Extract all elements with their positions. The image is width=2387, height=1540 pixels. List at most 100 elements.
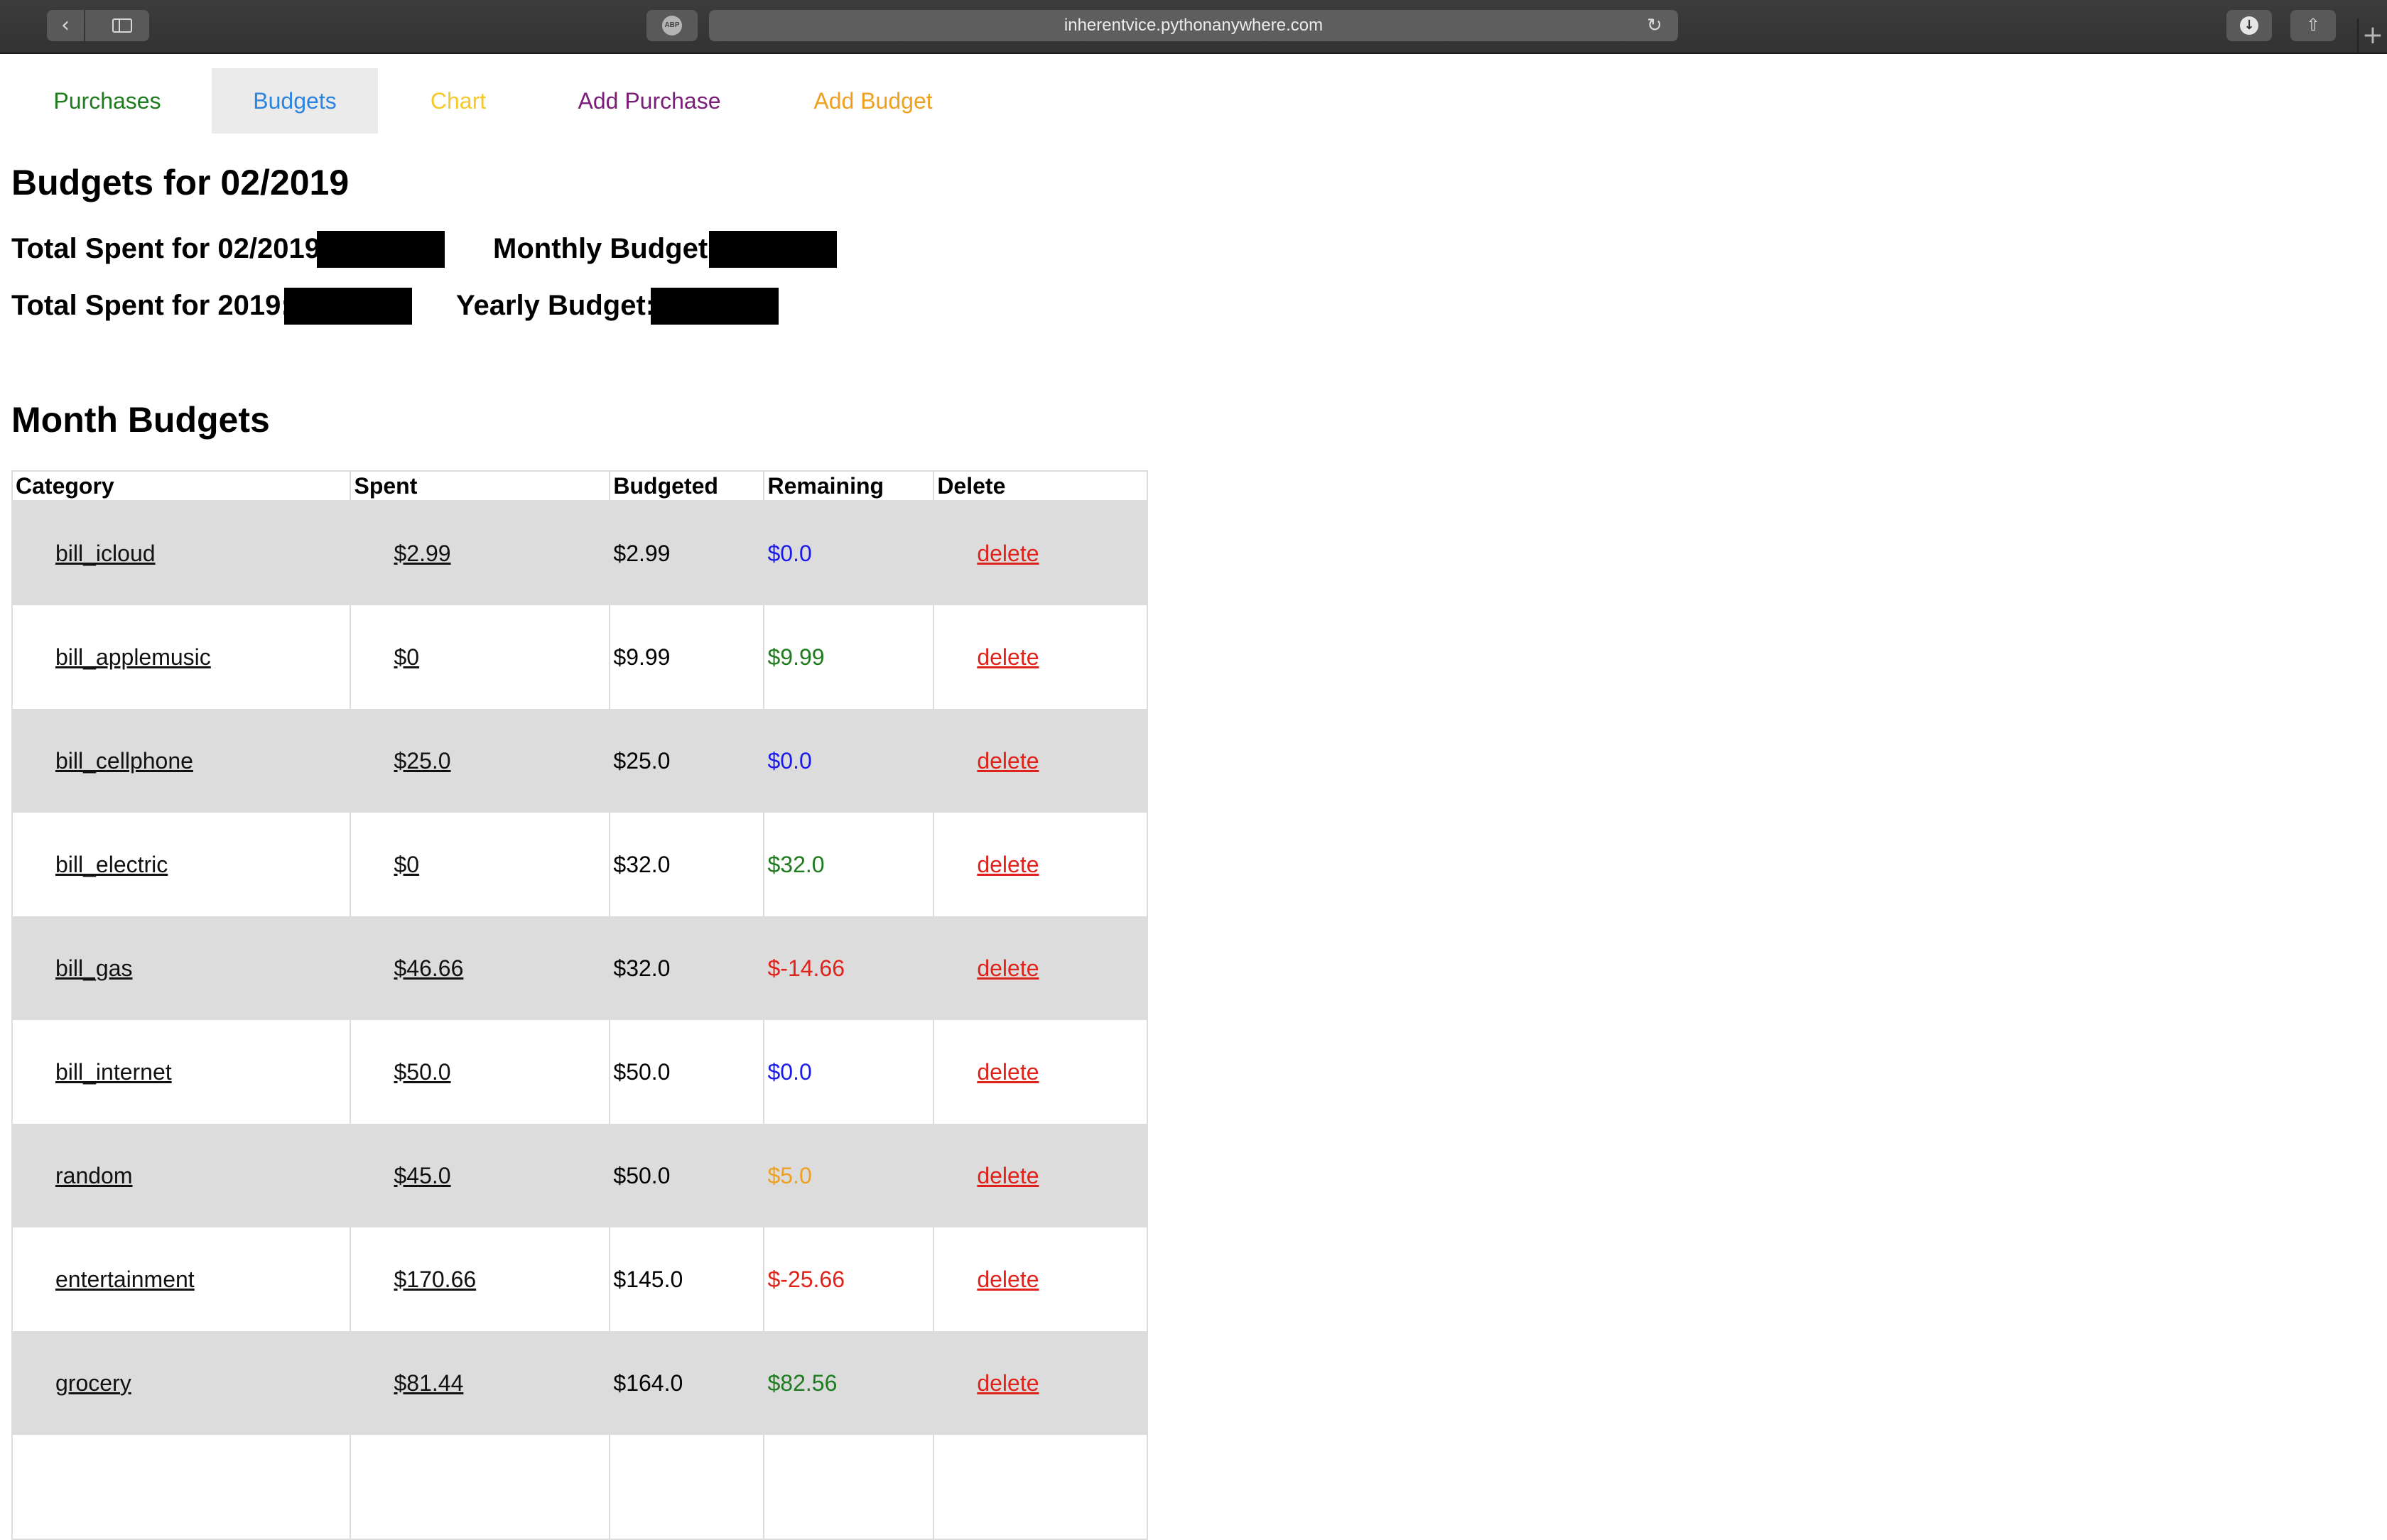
delete-link[interactable]: delete	[977, 1059, 1039, 1085]
delete-cell: delete	[933, 709, 1147, 813]
browser-toolbar: ‹ › ABP inherentvice.pythonanywhere.com …	[0, 0, 2387, 54]
chevron-left-icon: ‹	[61, 13, 70, 38]
delete-link[interactable]: delete	[977, 852, 1039, 877]
reload-icon[interactable]: ↻	[1647, 16, 1667, 36]
sidebar-icon	[112, 18, 132, 33]
spent-cell	[350, 1435, 610, 1539]
spent-link[interactable]: $81.44	[394, 1370, 463, 1396]
nav-add-purchase[interactable]: Add Purchase	[557, 68, 742, 134]
delete-link[interactable]: delete	[977, 1163, 1039, 1188]
table-row: entertainment $170.66 $145.0 $-25.66 delete	[11, 1227, 1147, 1331]
address-bar[interactable]: inherentvice.pythonanywhere.com ↻	[709, 10, 1678, 41]
back-button[interactable]: ‹	[47, 10, 84, 41]
table-body: bill_icloud $2.99 $2.99 $0.0 delete bill_appl…	[11, 501, 1147, 1539]
redacted-monthly-budget	[709, 231, 837, 268]
delete-cell: delete	[933, 1331, 1147, 1435]
spent-link[interactable]: $50.0	[394, 1059, 450, 1085]
budgeted-cell: $164.0	[609, 1331, 764, 1435]
remaining-value: $5.0	[767, 1162, 812, 1188]
delete-link[interactable]: delete	[977, 955, 1039, 981]
spent-link[interactable]: $2.99	[394, 541, 450, 566]
nav-chart[interactable]: Chart	[399, 68, 517, 134]
category-link[interactable]: random	[55, 1163, 133, 1188]
spent-link[interactable]: $46.66	[394, 955, 463, 981]
budgeted-value: $50.0	[613, 1058, 671, 1085]
budgeted-value: $25.0	[613, 747, 671, 774]
adblock-icon: ABP	[662, 16, 682, 36]
remaining-cell: $-25.66	[763, 1227, 934, 1331]
budgeted-cell: $50.0	[609, 1020, 764, 1124]
budgeted-value: $9.99	[613, 644, 671, 670]
total-spent-year-label: Total Spent for 2019:	[11, 290, 291, 321]
spent-cell: $45.0	[350, 1124, 610, 1227]
remaining-cell: $0.0	[763, 1020, 934, 1124]
remaining-cell: $-14.66	[763, 916, 934, 1020]
delete-link[interactable]: delete	[977, 748, 1039, 774]
share-button[interactable]: ⇧	[2290, 10, 2336, 41]
column-header-spent: Spent	[350, 470, 611, 501]
table-row	[11, 1435, 1147, 1539]
budgeted-value: $50.0	[613, 1162, 671, 1188]
sidebar-toggle-button[interactable]	[97, 10, 149, 41]
category-cell: random	[11, 1124, 351, 1227]
category-link[interactable]: bill_gas	[55, 955, 133, 981]
redacted-yearly-budget	[651, 288, 779, 325]
spent-link[interactable]: $45.0	[394, 1163, 450, 1188]
new-tab-icon[interactable]: +	[2357, 18, 2387, 53]
total-spent-month-label: Total Spent for 02/2019:	[11, 233, 330, 264]
category-link[interactable]: bill_icloud	[55, 541, 156, 566]
category-cell: bill_internet	[11, 1020, 351, 1124]
url-text: inherentvice.pythonanywhere.com	[1063, 16, 1324, 35]
spent-cell: $25.0	[350, 709, 610, 813]
delete-link[interactable]: delete	[977, 1267, 1039, 1292]
budgeted-value: $2.99	[613, 540, 671, 566]
remaining-value: $82.56	[767, 1370, 838, 1396]
nav-budgets[interactable]: Budgets	[212, 68, 378, 134]
budgeted-value: $164.0	[613, 1370, 683, 1396]
nav-add-budget[interactable]: Add Budget	[794, 68, 952, 134]
column-header-category: Category	[11, 470, 352, 501]
budgets-table: Category Spent Budgeted Remaining Delete…	[11, 470, 1148, 1540]
table-header-row: Category Spent Budgeted Remaining Delete	[11, 470, 1148, 501]
spent-link[interactable]: $25.0	[394, 748, 450, 774]
remaining-value: $-25.66	[767, 1266, 845, 1292]
category-link[interactable]: grocery	[55, 1370, 131, 1396]
redacted-total-spent-month	[317, 231, 445, 268]
remaining-cell: $9.99	[763, 605, 934, 709]
category-link[interactable]: bill_applemusic	[55, 644, 211, 670]
category-link[interactable]: bill_internet	[55, 1059, 172, 1085]
category-link[interactable]: bill_electric	[55, 852, 168, 877]
top-nav: Purchases Budgets Chart Add Purchase Add…	[0, 68, 995, 134]
delete-link[interactable]: delete	[977, 644, 1039, 670]
delete-cell: delete	[933, 605, 1147, 709]
remaining-value: $0.0	[767, 540, 812, 566]
adblock-button[interactable]: ABP	[646, 10, 698, 41]
spent-cell: $46.66	[350, 916, 610, 1020]
nav-purchases[interactable]: Purchases	[31, 68, 183, 134]
delete-cell: delete	[933, 1124, 1147, 1227]
table-row: random $45.0 $50.0 $5.0 delete	[11, 1124, 1147, 1227]
downloads-button[interactable]: ↓	[2226, 10, 2272, 41]
category-cell	[11, 1435, 351, 1539]
column-header-delete: Delete	[933, 470, 1148, 501]
budgeted-cell: $2.99	[609, 501, 764, 605]
spent-link[interactable]: $0	[394, 644, 419, 670]
spent-link[interactable]: $170.66	[394, 1267, 476, 1292]
redacted-total-spent-year	[284, 288, 412, 325]
table-row: bill_icloud $2.99 $2.99 $0.0 delete	[11, 501, 1147, 605]
budgeted-cell: $32.0	[609, 813, 764, 916]
delete-link[interactable]: delete	[977, 541, 1039, 566]
delete-link[interactable]: delete	[977, 1370, 1039, 1396]
delete-cell: delete	[933, 501, 1147, 605]
category-link[interactable]: bill_cellphone	[55, 748, 193, 774]
category-link[interactable]: entertainment	[55, 1267, 195, 1292]
delete-cell: delete	[933, 813, 1147, 916]
monthly-budget-label: Monthly Budget:	[493, 233, 718, 264]
spent-link[interactable]: $0	[394, 852, 419, 877]
remaining-value: $0.0	[767, 747, 812, 774]
remaining-cell: $82.56	[763, 1331, 934, 1435]
delete-cell: delete	[933, 916, 1147, 1020]
remaining-cell	[763, 1435, 934, 1539]
column-header-remaining: Remaining	[763, 470, 935, 501]
table-row: grocery $81.44 $164.0 $82.56 delete	[11, 1331, 1147, 1435]
